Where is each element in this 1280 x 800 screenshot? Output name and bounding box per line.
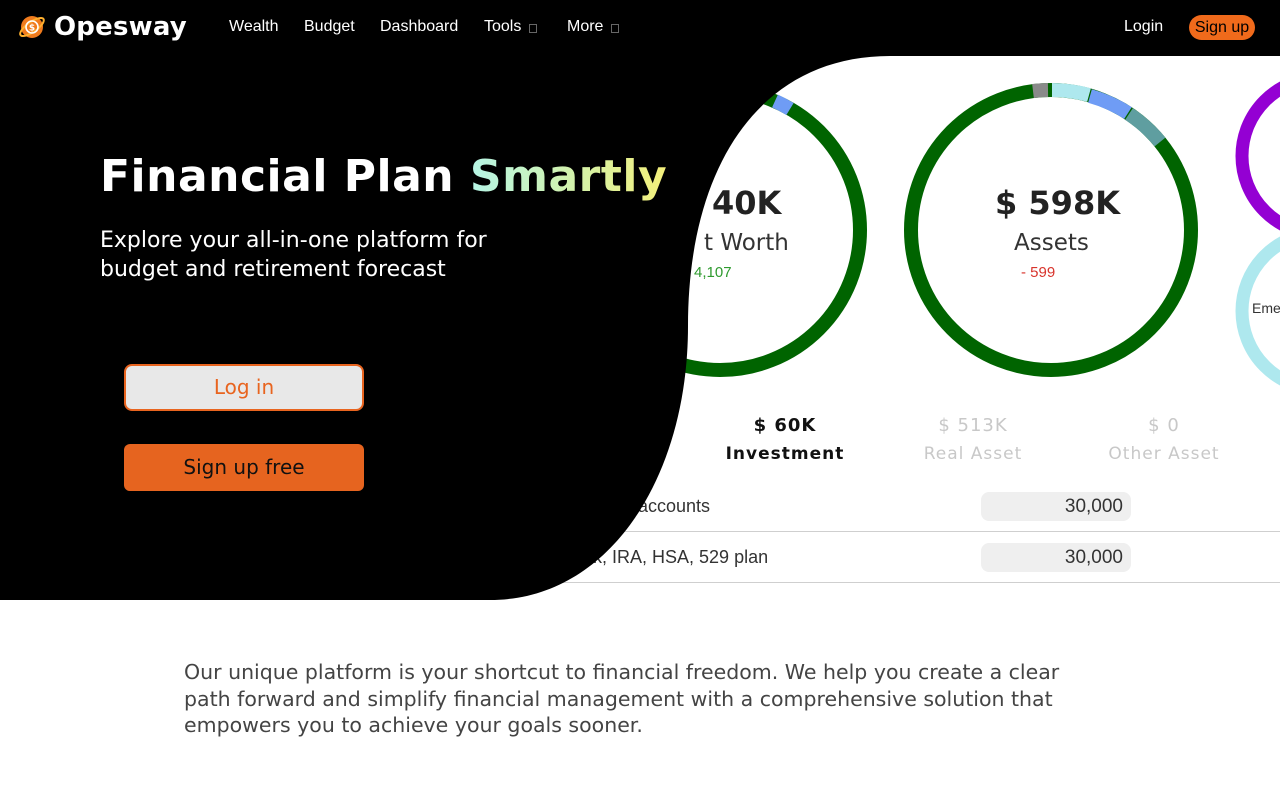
brand-name: Opesway (54, 12, 187, 42)
opesway-logo-icon: $ (19, 16, 45, 38)
nav-more-label: More (567, 18, 604, 35)
nav-dashboard[interactable]: Dashboard (380, 18, 458, 36)
nav-signup-button[interactable]: Sign up (1189, 15, 1255, 40)
brand-logo[interactable]: $ Opesway (18, 12, 187, 42)
nav-wealth[interactable]: Wealth (229, 18, 279, 36)
hero-login-button[interactable]: Log in (124, 364, 364, 411)
hero-title: Financial Plan Smartly (100, 151, 667, 202)
hero-section: 40K t Worth 4,107 $ 598K Assets - 599 Em… (0, 56, 1280, 600)
nav-tools-label: Tools (484, 18, 522, 35)
svg-text:$: $ (29, 24, 35, 34)
nav-wealth-label: Wealth (229, 18, 279, 35)
hero-title-plain: Financial Plan (100, 151, 470, 202)
top-nav: $ Opesway Wealth Budget Dashboard Tools … (0, 0, 1280, 56)
nav-login-link[interactable]: Login (1124, 18, 1163, 36)
hero-subtitle: Explore your all-in-one platform for bud… (100, 228, 487, 282)
nav-budget-label: Budget (304, 18, 355, 35)
nav-more[interactable]: More (567, 18, 620, 36)
hero-signup-button[interactable]: Sign up free (124, 444, 364, 491)
hero-title-highlight: Smartly (469, 151, 668, 202)
hero-curved-backdrop (0, 56, 1280, 600)
nav-dashboard-label: Dashboard (380, 18, 459, 35)
nav-tools[interactable]: Tools (484, 18, 538, 36)
dropdown-icon (611, 23, 620, 33)
dropdown-icon (529, 23, 538, 33)
nav-budget[interactable]: Budget (304, 18, 355, 36)
intro-paragraph: Our unique platform is your shortcut to … (184, 660, 1060, 737)
